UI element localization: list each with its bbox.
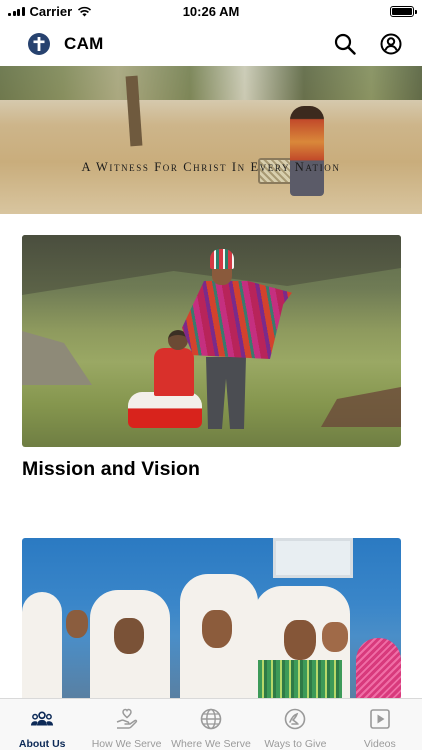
search-icon [334,33,356,55]
tab-label: Ways to Give [264,738,327,750]
wifi-icon [78,6,92,16]
field-shape [321,387,401,427]
card-title: Mission and Vision [22,458,201,480]
people-icon [30,708,54,730]
hero-boy [290,106,324,196]
hero-trees [0,66,422,100]
status-bar: Carrier 10:26 AM [0,0,422,22]
give-icon [283,708,307,730]
hero-banner: A Witness For Christ In Every Nation [0,66,422,214]
card-mission-vision[interactable]: Mission and Vision [22,235,401,481]
account-button[interactable] [378,31,404,57]
man-in-poncho [182,249,292,439]
search-button[interactable] [332,31,358,57]
hero-caption: A Witness For Christ In Every Nation [81,160,341,174]
carrier-label: Carrier [29,3,73,19]
card-image [22,235,401,447]
tab-about-us[interactable]: About Us [0,699,84,750]
hand-heart-icon [115,708,139,730]
globe-icon [199,708,223,730]
window-shape [273,538,353,578]
status-left: Carrier [8,4,92,19]
rocks-shape [22,331,92,385]
tab-how-we-serve[interactable]: How We Serve [84,699,168,750]
tab-where-we-serve[interactable]: Where We Serve [169,699,253,750]
tab-bar: About Us How We Serve Where We Serve Way… [0,698,422,750]
tab-label: Where We Serve [171,738,251,750]
signal-icon [8,6,25,16]
app-header: CAM [0,22,422,66]
header-actions [332,31,404,57]
account-icon [380,33,402,55]
play-square-icon [368,708,392,730]
card-worship[interactable] [22,538,401,702]
tab-label: How We Serve [91,738,162,750]
app-title: CAM [64,34,104,53]
tab-ways-to-give[interactable]: Ways to Give [253,699,337,750]
cross-logo-icon [28,33,50,55]
worship-crowd [22,574,401,702]
tab-videos[interactable]: Videos [338,699,422,750]
tab-label: Videos [363,738,396,750]
tab-label: About Us [18,738,66,750]
card-image [22,538,401,702]
battery-fill [392,7,412,15]
battery-icon [390,5,417,17]
